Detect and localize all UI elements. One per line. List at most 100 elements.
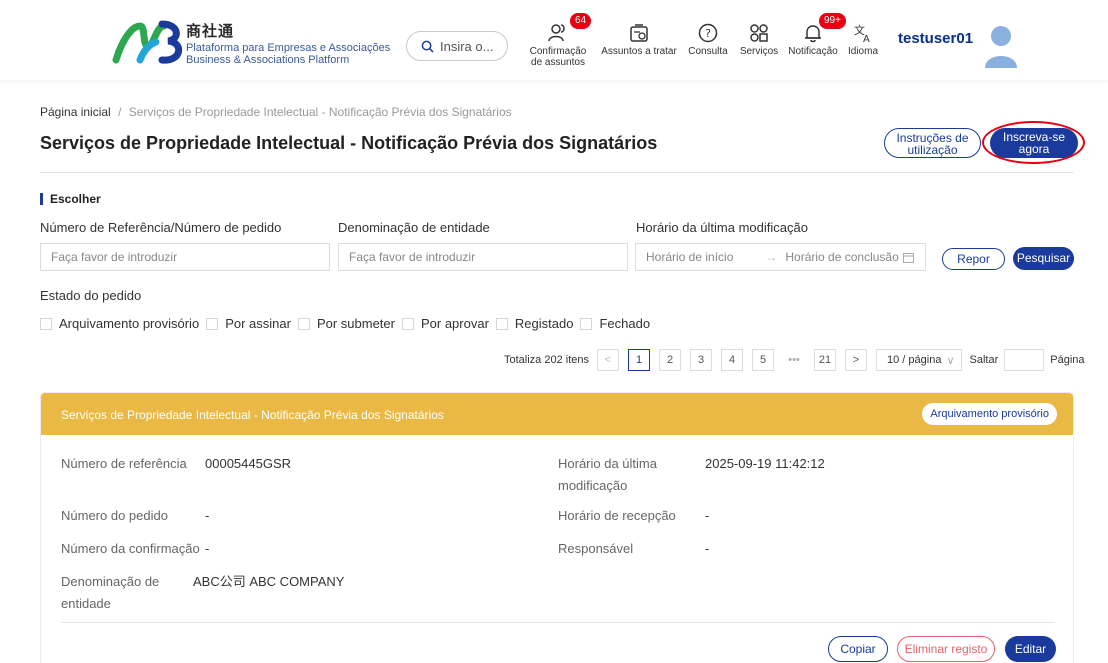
owner-label: Responsável <box>558 541 634 556</box>
logo-text: 商社通 Plataforma para Empresas e Associaçõ… <box>186 20 390 66</box>
nav-label: Idioma <box>847 46 878 57</box>
status-label: Estado do pedido <box>40 288 142 303</box>
search-input[interactable]: Insira o... <box>406 31 508 61</box>
page-title: Serviços de Propriedade Intelectual - No… <box>40 133 658 153</box>
modified-label: Horário da última modificação <box>558 453 657 497</box>
delete-record-button[interactable]: Eliminar registo <box>897 636 995 662</box>
entity-label: Denominação de entidade <box>338 220 490 235</box>
jump-input[interactable] <box>1004 349 1045 371</box>
status-checkbox[interactable]: Por submeter <box>297 316 395 331</box>
chevron-down-icon: ∨ <box>946 354 955 367</box>
page-button[interactable]: 5 <box>752 349 774 371</box>
nav-label: Consulta <box>688 46 728 57</box>
entity-name-value: ABC公司 ABC COMPANY <box>193 574 345 589</box>
start-time-input[interactable]: Horário de início <box>646 250 733 264</box>
task-icon <box>630 24 648 42</box>
nav-label: de assuntos <box>531 57 585 68</box>
chevron-left-icon: < <box>604 354 612 366</box>
nav-label: Serviços <box>739 46 779 57</box>
breadcrumb-separator: / <box>118 105 122 119</box>
nav-notification[interactable]: Notificação 99+ <box>784 13 846 57</box>
logo-pt: Plataforma para Empresas e Associações <box>186 42 391 54</box>
checkbox-label: Fechado <box>599 316 651 331</box>
page-word: Página <box>1050 354 1085 366</box>
checkbox-label: Por submeter <box>316 316 395 331</box>
nav-tasks[interactable]: Assuntos a tratar <box>596 20 682 57</box>
edit-button[interactable]: Editar <box>1005 636 1056 662</box>
order-number-value: - <box>205 508 210 523</box>
svg-text:?: ? <box>705 27 711 40</box>
ref-number-value: 00005445GSR <box>205 456 292 471</box>
confirm-number-value: - <box>205 541 210 556</box>
copy-button[interactable]: Copiar <box>828 636 888 662</box>
entity-input[interactable]: Faça favor de introduzir <box>338 243 628 271</box>
services-icon <box>750 24 768 42</box>
checkbox-box[interactable] <box>40 317 52 330</box>
svg-text:A: A <box>863 34 870 44</box>
page-button[interactable]: 2 <box>659 349 681 371</box>
search-placeholder: Insira o... <box>440 38 494 54</box>
page-ellipsis[interactable]: ••• <box>783 349 805 371</box>
reset-button[interactable]: Repor <box>942 248 1005 270</box>
breadcrumb-current: Serviços de Propriedade Intelectual - No… <box>128 105 512 119</box>
checkbox-box[interactable] <box>580 317 593 330</box>
received-label: Horário de recepção <box>558 508 676 523</box>
application-card: Serviços de Propriedade Intelectual - No… <box>40 392 1074 663</box>
page-button[interactable]: 21 <box>814 349 836 371</box>
status-checkbox[interactable]: Registado <box>495 316 574 331</box>
checkbox-box[interactable] <box>297 317 310 330</box>
time-label: Horário da última modificação <box>636 220 808 235</box>
status-checkbox[interactable]: Arquivamento provisório <box>40 316 199 331</box>
search-button[interactable]: Pesquisar <box>1013 247 1074 270</box>
instructions-button[interactable]: Instruções de utilização <box>884 128 981 158</box>
nav-language[interactable]: 文A Idioma <box>843 20 883 57</box>
status-checkbox[interactable]: Fechado <box>580 316 650 331</box>
status-badge: Arquivamento provisório <box>922 403 1057 425</box>
end-time-input[interactable]: Horário de conclusão <box>785 250 898 264</box>
avatar[interactable] <box>983 22 1019 68</box>
confirm-number-label: Número da confirmação <box>61 541 200 556</box>
checkbox-label: Por assinar <box>225 316 291 331</box>
divider <box>40 172 1074 173</box>
status-checkbox[interactable]: Por assinar <box>206 316 291 331</box>
logo-icon <box>112 20 182 64</box>
nav-label: Notificação <box>788 46 838 57</box>
modified-label-line: modificação <box>558 478 628 493</box>
jump-label: Saltar <box>969 354 999 366</box>
modified-value: 2025-09-19 11:42:12 <box>705 456 825 471</box>
page-size-value: 10 / página <box>887 354 942 366</box>
next-page-button[interactable]: > <box>845 349 867 371</box>
calendar-icon <box>902 252 914 263</box>
arrow-right-icon: → <box>765 250 778 264</box>
entity-name-label-line: Denominação de <box>61 574 160 589</box>
ref-label: Número de Referência/Número de pedido <box>40 220 282 235</box>
page-button[interactable]: 3 <box>690 349 712 371</box>
breadcrumb-home[interactable]: Página inicial <box>40 105 111 119</box>
page-size-select[interactable]: 10 / página ∨ <box>876 349 962 371</box>
users-icon <box>548 24 565 42</box>
chevron-right-icon: > <box>852 354 860 366</box>
help-icon: ? <box>698 23 718 43</box>
ref-input[interactable]: Faça favor de introduzir <box>40 243 330 271</box>
nav-consultation[interactable]: ? Consulta <box>684 20 732 57</box>
status-checkbox[interactable]: Por aprovar <box>401 316 489 331</box>
received-value: - <box>705 508 710 523</box>
nav-services[interactable]: Serviços <box>735 20 783 57</box>
instructions-label: utilização <box>907 143 958 157</box>
nav-confirmation[interactable]: Confirmação de assuntos 64 <box>524 13 592 68</box>
username[interactable]: testuser01 <box>898 30 973 47</box>
prev-page-button[interactable]: < <box>597 349 619 371</box>
nav-label: Assuntos a tratar <box>601 46 677 57</box>
checkbox-box[interactable] <box>401 317 414 330</box>
logo-cn: 商社通 <box>186 23 235 40</box>
checkbox-box[interactable] <box>206 317 219 330</box>
ref-number-label: Número de referência <box>61 456 187 471</box>
highlight-ring <box>982 121 1085 164</box>
entity-name-label-line: entidade <box>61 596 111 611</box>
date-range-picker[interactable]: Horário de início → Horário de conclusão <box>635 243 926 271</box>
page-button[interactable]: 4 <box>721 349 743 371</box>
page-button[interactable]: 1 <box>628 349 650 371</box>
card-divider <box>61 622 1055 623</box>
checkbox-label: Registado <box>514 316 574 331</box>
checkbox-box[interactable] <box>495 317 508 330</box>
